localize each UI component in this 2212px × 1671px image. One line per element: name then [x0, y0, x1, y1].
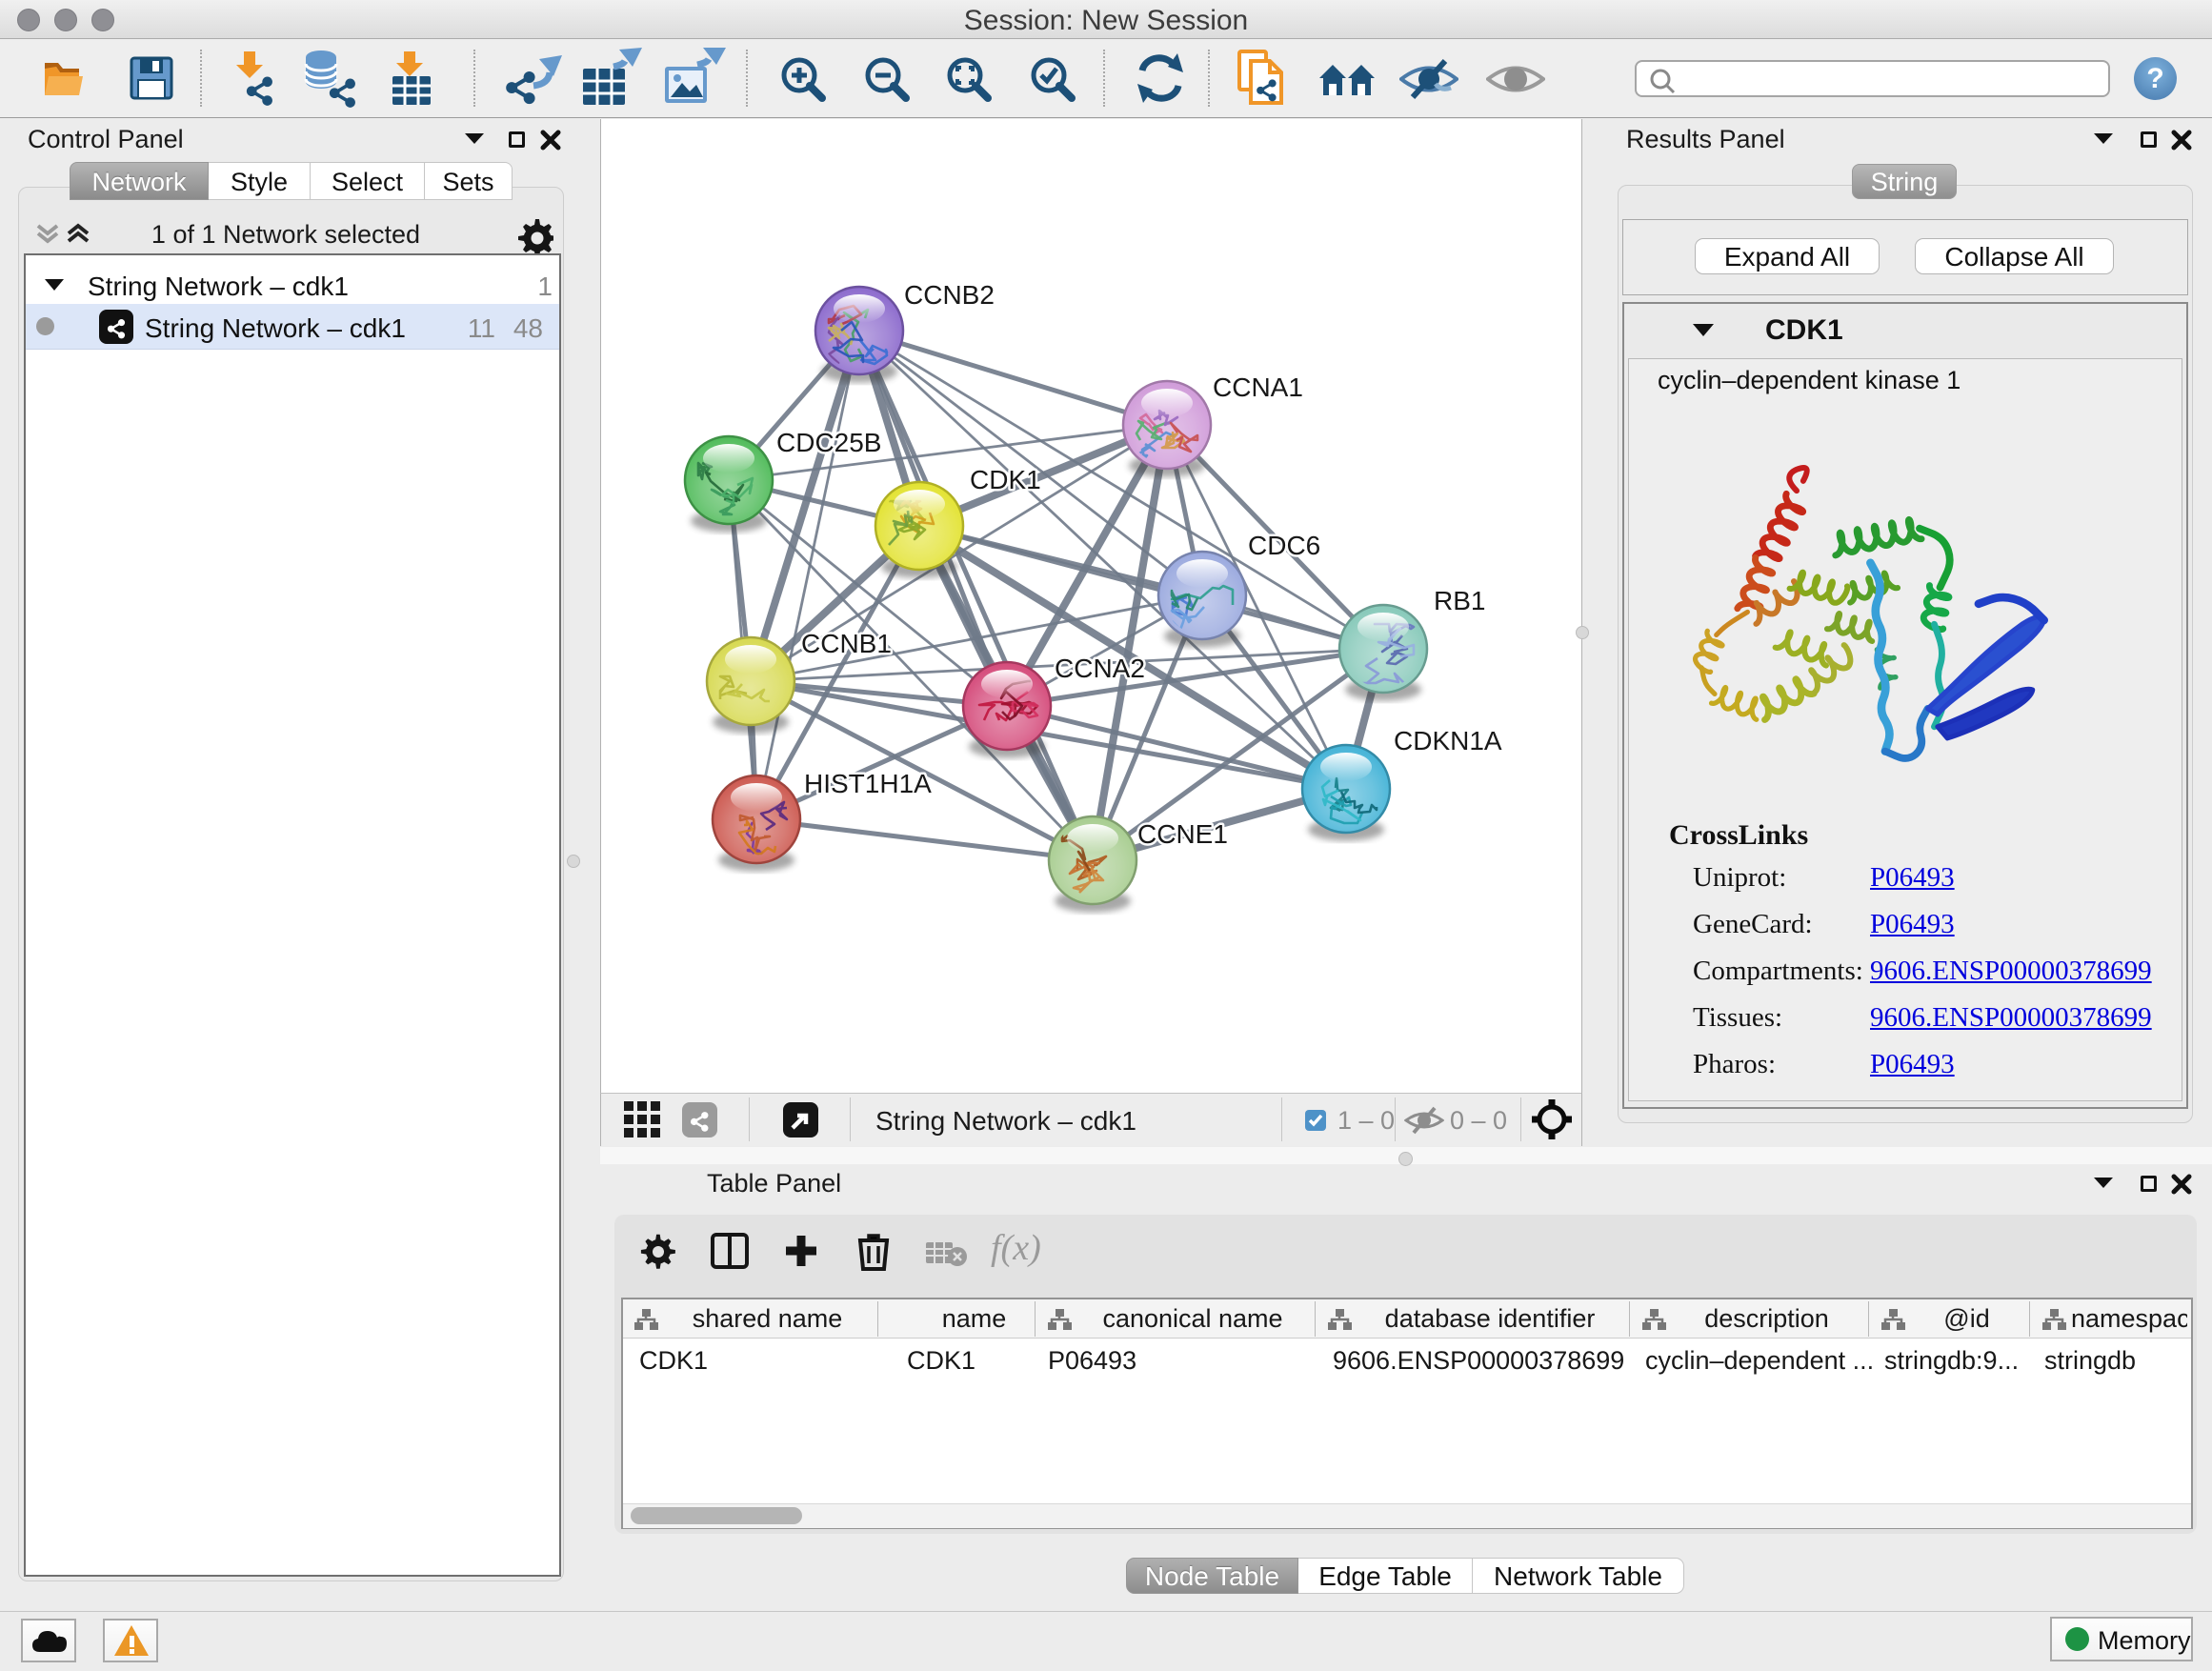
- svg-text:CDC6: CDC6: [1248, 531, 1320, 560]
- svg-text:CCNA2: CCNA2: [1055, 654, 1145, 683]
- svg-text:CDC25B: CDC25B: [776, 428, 881, 457]
- svg-text:CDK1: CDK1: [970, 465, 1041, 494]
- svg-text:HIST1H1A: HIST1H1A: [804, 769, 932, 798]
- svg-text:CDKN1A: CDKN1A: [1394, 726, 1502, 755]
- svg-text:CCNB1: CCNB1: [801, 629, 892, 658]
- svg-text:RB1: RB1: [1434, 586, 1485, 615]
- svg-text:CCNB2: CCNB2: [904, 280, 995, 310]
- svg-text:CCNA1: CCNA1: [1213, 372, 1303, 402]
- svg-text:CCNE1: CCNE1: [1137, 819, 1228, 849]
